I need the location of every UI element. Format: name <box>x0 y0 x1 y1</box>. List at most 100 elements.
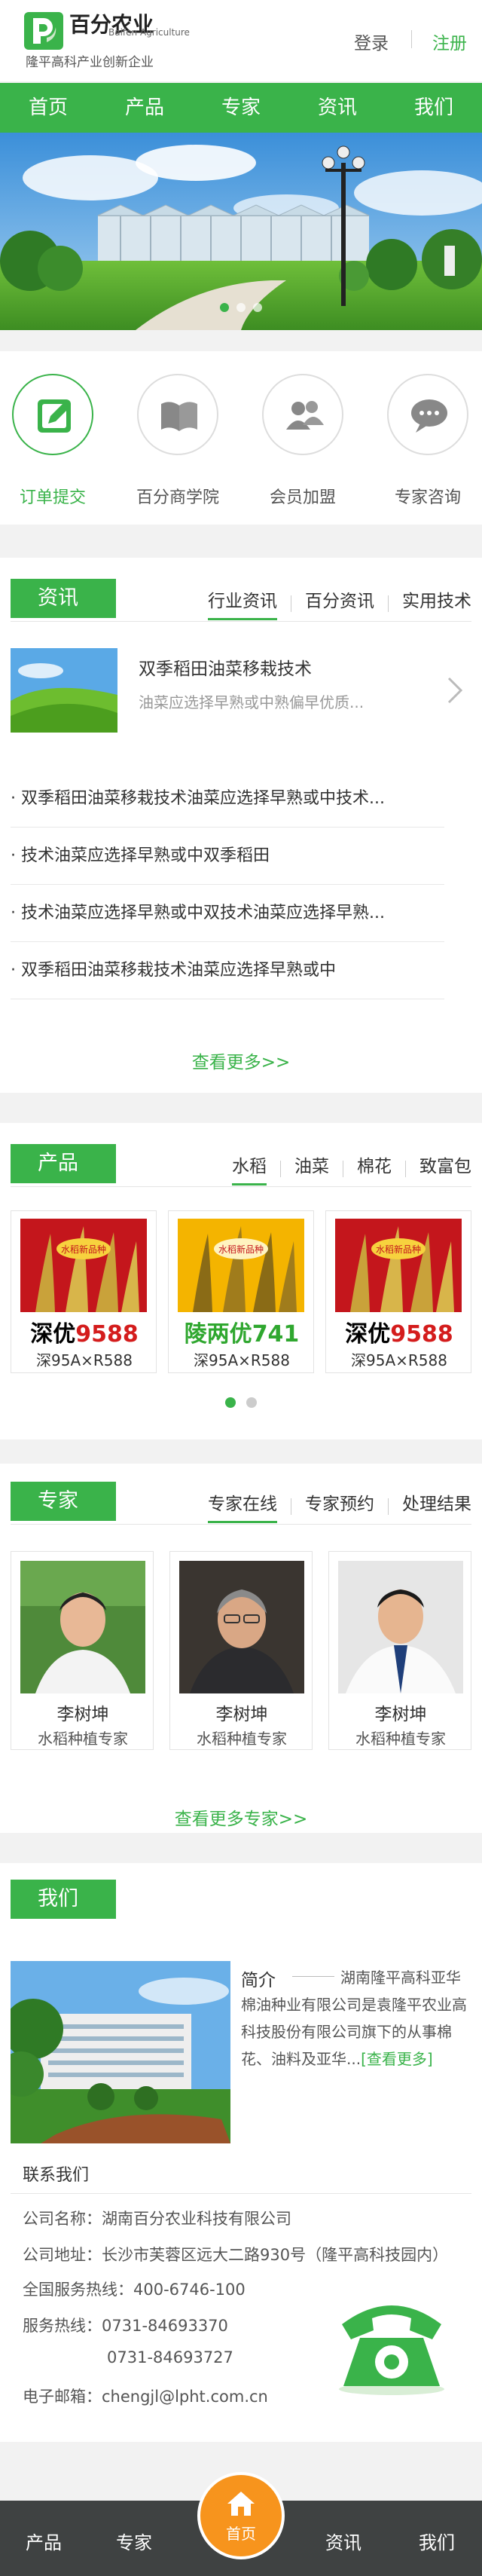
expert-card[interactable]: 李树坤 水稻种植专家 <box>169 1551 313 1750</box>
quick-link-order[interactable]: 订单提交 <box>0 374 105 508</box>
quick-link-label: 专家咨询 <box>394 488 461 507</box>
contact-service-2[interactable]: 0731-84693727 <box>107 2348 233 2366</box>
tab-divider <box>388 595 389 612</box>
product-pagination <box>0 1397 482 1408</box>
product-dot-active[interactable] <box>225 1397 236 1408</box>
news-item-text: 技术油菜应选择早熟或中双技术油菜应选择早熟... <box>21 904 385 922</box>
edit-icon <box>38 399 71 433</box>
quick-link-label: 会员加盟 <box>269 488 336 507</box>
bottom-nav-products[interactable]: 产品 <box>26 2528 62 2554</box>
nav-item-products[interactable]: 产品 <box>96 83 193 133</box>
home-icon <box>227 2492 255 2516</box>
tab-rapeseed[interactable]: 油菜 <box>294 1152 329 1186</box>
news-more-link[interactable]: 查看更多>> <box>0 1048 482 1073</box>
quick-link-circle <box>137 374 218 455</box>
expert-card[interactable]: 李树坤 水稻种植专家 <box>328 1551 471 1750</box>
news-item-text: 双季稻田油菜移栽技术油菜应选择早熟或中技术... <box>21 789 385 808</box>
intro-more-link[interactable]: [查看更多] <box>361 2050 433 2068</box>
news-list-item[interactable]: · 技术油菜应选择早熟或中双技术油菜应选择早熟... <box>11 885 444 942</box>
rice-package-image: 水稻新品种 <box>20 1219 147 1312</box>
tab-wealth-pack[interactable]: 致富包 <box>419 1152 471 1186</box>
hero-banner[interactable] <box>0 133 482 330</box>
news-tabs: 行业资讯 百分资讯 实用技术 <box>208 586 471 620</box>
register-link[interactable]: 注册 <box>432 29 467 54</box>
banner-dot[interactable] <box>236 303 246 312</box>
product-badge: 水稻新品种 <box>218 1244 264 1255</box>
bottom-nav-news[interactable]: 资讯 <box>325 2528 362 2554</box>
banner-dot-active[interactable] <box>220 303 229 312</box>
expert-tabs: 专家在线 专家预约 处理结果 <box>208 1489 471 1523</box>
quick-link-label: 订单提交 <box>19 488 86 507</box>
tab-divider <box>388 1498 389 1515</box>
expert-name: 李树坤 <box>374 1705 427 1724</box>
about-section: 我们 简介 湖南隆平高科亚华棉油种业有限公司是袁隆平农业高科技股份有限公司旗下的… <box>0 1863 482 2442</box>
tab-divider <box>405 1160 406 1177</box>
book-icon <box>161 402 197 431</box>
news-item-text: 双季稻田油菜移栽技术油菜应选择早熟或中 <box>21 961 337 980</box>
tab-practical-tech[interactable]: 实用技术 <box>402 586 471 620</box>
main-nav: 首页 产品 专家 资讯 我们 <box>0 83 482 133</box>
tab-divider <box>280 1160 281 1177</box>
product-card[interactable]: 水稻新品种 深优9588 深95A×R588 <box>11 1210 157 1373</box>
home-button[interactable]: 首页 <box>197 2472 285 2559</box>
nav-item-about[interactable]: 我们 <box>386 83 482 133</box>
featured-news[interactable]: 双季稻田油菜移栽技术 油菜应选择早熟或中熟偏早优质... <box>11 648 471 733</box>
tab-expert-booking[interactable]: 专家预约 <box>305 1489 374 1523</box>
product-name: 陵两优741 <box>169 1315 315 1348</box>
quick-link-label: 百分商学院 <box>136 488 219 507</box>
quick-link-membership[interactable]: 会员加盟 <box>250 374 355 508</box>
contact-title: 联系我们 <box>23 2166 90 2185</box>
experts-more-link[interactable]: 查看更多专家>> <box>0 1804 482 1830</box>
chat-icon <box>411 399 447 433</box>
contact-service-1[interactable]: 服务热线：0731-84693370 <box>23 2314 228 2336</box>
intro-text-block: 湖南隆平高科亚华棉油种业有限公司是袁隆平农业高科技股份有限公司旗下的从事棉花、油… <box>241 1964 471 2073</box>
product-card[interactable]: 水稻新品种 陵两优741 深95A×R588 <box>168 1210 314 1373</box>
telephone-icon[interactable] <box>327 2285 456 2397</box>
page: { "header": { "brand": "百分农业", "brand_en… <box>0 0 482 2576</box>
expert-title: 水稻种植专家 <box>38 1730 128 1748</box>
contact-email[interactable]: 电子邮箱：chengjl@lpht.com.cn <box>23 2385 268 2407</box>
expert-card[interactable]: 李树坤 水稻种植专家 <box>11 1551 154 1750</box>
news-list-item[interactable]: · 技术油菜应选择早熟或中双季稻田 <box>11 828 444 885</box>
brand-name-en: Baifen Agriculture <box>108 27 190 38</box>
product-dot[interactable] <box>246 1397 257 1408</box>
news-list-item[interactable]: · 双季稻田油菜移栽技术油菜应选择早熟或中技术... <box>11 770 444 828</box>
section-divider <box>11 1186 471 1187</box>
expert-title: 水稻种植专家 <box>355 1730 446 1748</box>
chevron-right-icon <box>447 677 463 704</box>
tab-cotton[interactable]: 棉花 <box>357 1152 392 1186</box>
about-section-title: 我们 <box>11 1880 116 1919</box>
tab-rice[interactable]: 水稻 <box>232 1152 267 1186</box>
bottom-nav-about[interactable]: 我们 <box>419 2528 455 2554</box>
product-tabs: 水稻 油菜 棉花 致富包 <box>232 1152 471 1186</box>
header: 百分农业 Baifen Agriculture 隆平高科产业创新企业 登录 注册 <box>0 0 482 81</box>
expert-name: 李树坤 <box>215 1705 268 1724</box>
tab-results[interactable]: 处理结果 <box>402 1489 471 1523</box>
bottom-nav-experts[interactable]: 专家 <box>116 2528 152 2554</box>
quick-link-consult[interactable]: 专家咨询 <box>375 374 480 508</box>
brand-logo-icon <box>24 12 63 50</box>
login-link[interactable]: 登录 <box>354 29 389 54</box>
tab-experts-online[interactable]: 专家在线 <box>208 1489 277 1523</box>
banner-dot[interactable] <box>253 303 262 312</box>
quick-link-circle <box>262 374 343 455</box>
nav-item-experts[interactable]: 专家 <box>193 83 289 133</box>
nav-item-home[interactable]: 首页 <box>0 83 96 133</box>
tab-industry-news[interactable]: 行业资讯 <box>208 586 277 620</box>
product-prefix: 深优 <box>30 1321 76 1348</box>
news-list-item[interactable]: · 双季稻田油菜移栽技术油菜应选择早熟或中 <box>11 942 444 999</box>
product-number: 9588 <box>390 1321 453 1348</box>
featured-news-summary: 油菜应选择早熟或中熟偏早优质... <box>139 693 365 711</box>
quick-link-academy[interactable]: 百分商学院 <box>125 374 230 508</box>
banner-pagination <box>0 303 482 312</box>
nav-item-news[interactable]: 资讯 <box>289 83 386 133</box>
news-item-text: 技术油菜应选择早熟或中双季稻田 <box>21 846 270 865</box>
product-card[interactable]: 水稻新品种 深优9588 深95A×R588 <box>325 1210 471 1373</box>
contact-hotline[interactable]: 全国服务热线：400-6746-100 <box>23 2278 246 2300</box>
product-spec: 深95A×R588 <box>194 1351 290 1369</box>
product-name: 深优9588 <box>326 1315 472 1348</box>
greenhouse-banner-image <box>0 133 482 330</box>
product-name: 深优9588 <box>11 1315 157 1348</box>
tab-company-news[interactable]: 百分资讯 <box>305 586 374 620</box>
intro-text: 湖南隆平高科亚华棉油种业有限公司是袁隆平农业高科技股份有限公司旗下的从事棉花、油… <box>241 1969 467 2068</box>
